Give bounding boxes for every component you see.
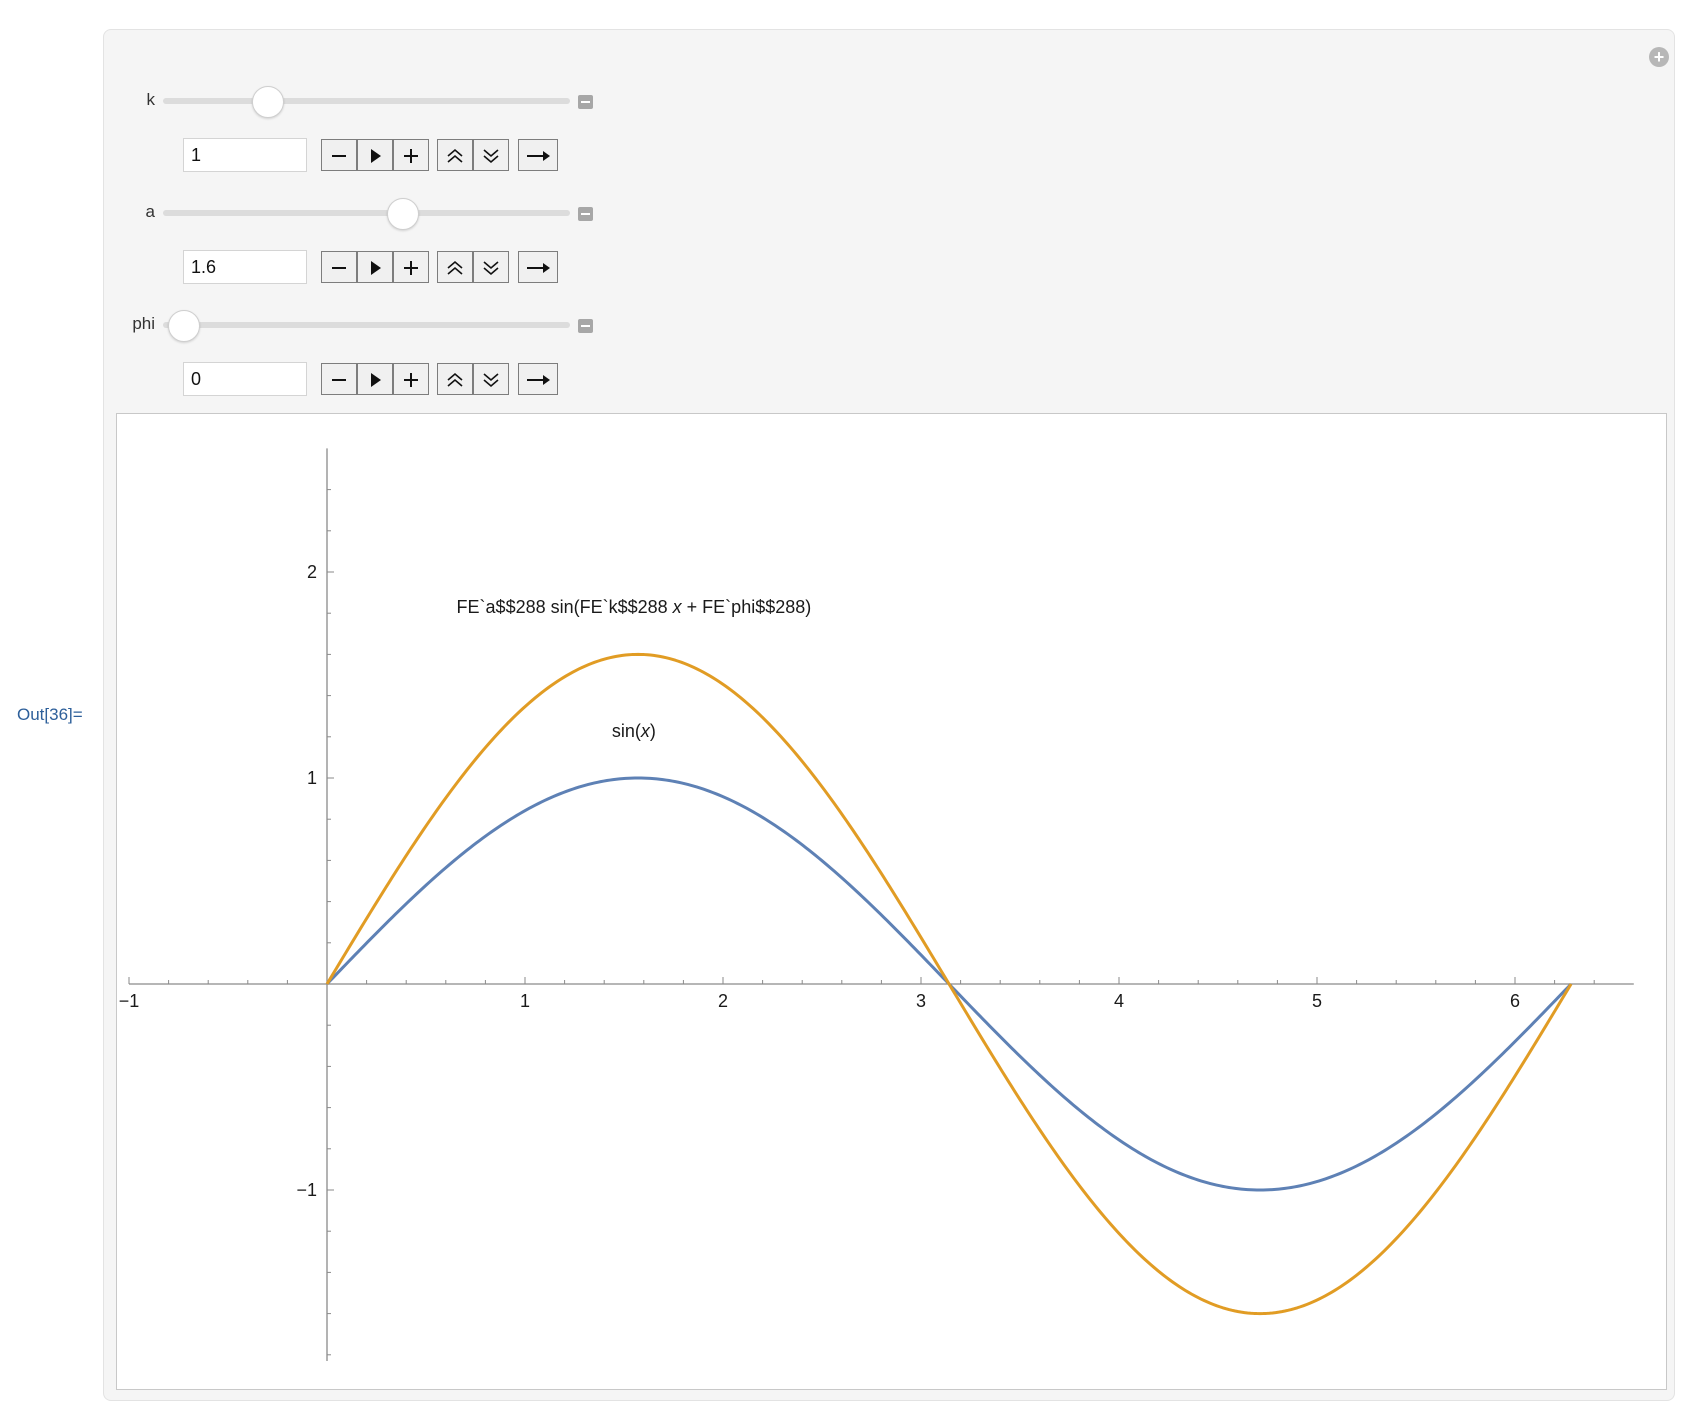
value-input[interactable]: 1 xyxy=(183,138,307,172)
double-chevron-down-icon xyxy=(483,261,499,276)
increment-button[interactable] xyxy=(393,363,429,395)
x-tick-label: 5 xyxy=(1312,991,1322,1011)
arrow-right-icon xyxy=(527,151,550,161)
minus-icon xyxy=(332,155,346,157)
decrement-button[interactable] xyxy=(321,139,357,171)
direction-button[interactable] xyxy=(518,363,558,395)
decrement-button[interactable] xyxy=(321,363,357,395)
slider-thumb[interactable] xyxy=(168,310,200,342)
slower-button[interactable] xyxy=(473,139,509,171)
output-label: Out[36]= xyxy=(17,705,83,724)
y-tick-label: 1 xyxy=(307,768,317,788)
slider-track[interactable] xyxy=(163,322,570,328)
double-chevron-up-icon xyxy=(447,260,463,275)
plus-icon xyxy=(404,261,418,275)
sin-curve-label: sin(x) xyxy=(612,721,656,741)
sine-plot: −1 1 2 3 4 5 6 −1 1 2 FE`a$$288 sin(FE`k$$288 x + … xyxy=(119,448,1634,1361)
increment-button[interactable] xyxy=(393,251,429,283)
faster-button[interactable] xyxy=(437,251,473,283)
play-icon xyxy=(371,261,381,275)
decrement-button[interactable] xyxy=(321,251,357,283)
play-button[interactable] xyxy=(357,139,393,171)
control-label: phi xyxy=(132,314,155,333)
x-tick-label: 4 xyxy=(1114,991,1124,1011)
value-input[interactable]: 1.6 xyxy=(183,250,307,284)
slower-button[interactable] xyxy=(473,251,509,283)
x-tick-label: 1 xyxy=(520,991,530,1011)
control-label: a xyxy=(145,202,155,221)
y-tick-label: 2 xyxy=(307,562,317,582)
slider-thumb[interactable] xyxy=(387,198,419,230)
faster-button[interactable] xyxy=(437,139,473,171)
control-label: k xyxy=(146,90,156,109)
plus-icon xyxy=(404,149,418,163)
arrow-right-icon xyxy=(527,375,550,385)
arrow-right-icon xyxy=(527,263,550,273)
direction-button[interactable] xyxy=(518,251,558,283)
minus-icon xyxy=(332,379,346,381)
x-tick-label: 2 xyxy=(718,991,728,1011)
play-icon xyxy=(371,373,381,387)
double-chevron-down-icon xyxy=(483,149,499,164)
slider-thumb[interactable] xyxy=(252,86,284,118)
increment-button[interactable] xyxy=(393,139,429,171)
plus-icon xyxy=(404,373,418,387)
minus-icon xyxy=(332,267,346,269)
double-chevron-up-icon xyxy=(447,148,463,163)
value-input[interactable]: 0 xyxy=(183,362,307,396)
play-button[interactable] xyxy=(357,251,393,283)
plus-circle-icon[interactable]: + xyxy=(1649,47,1669,67)
y-tick-label: −1 xyxy=(296,1180,317,1200)
x-tick-label: 6 xyxy=(1510,991,1520,1011)
minus-box-icon[interactable] xyxy=(578,319,593,333)
faster-button[interactable] xyxy=(437,363,473,395)
scaled-curve-label: FE`a$$288 sin(FE`k$$288 x + FE`phi$$288) xyxy=(457,597,812,617)
slider-track[interactable] xyxy=(163,210,570,216)
direction-button[interactable] xyxy=(518,139,558,171)
play-icon xyxy=(371,149,381,163)
x-tick-label: 3 xyxy=(916,991,926,1011)
plot-frame: −1 1 2 3 4 5 6 −1 1 2 FE`a$$288 sin(FE`k$$288 x + … xyxy=(116,413,1667,1390)
slider-track[interactable] xyxy=(163,98,570,104)
minus-box-icon[interactable] xyxy=(578,207,593,221)
minus-box-icon[interactable] xyxy=(578,95,593,109)
double-chevron-up-icon xyxy=(447,372,463,387)
play-button[interactable] xyxy=(357,363,393,395)
x-tick-label: −1 xyxy=(119,991,140,1011)
double-chevron-down-icon xyxy=(483,373,499,388)
slower-button[interactable] xyxy=(473,363,509,395)
